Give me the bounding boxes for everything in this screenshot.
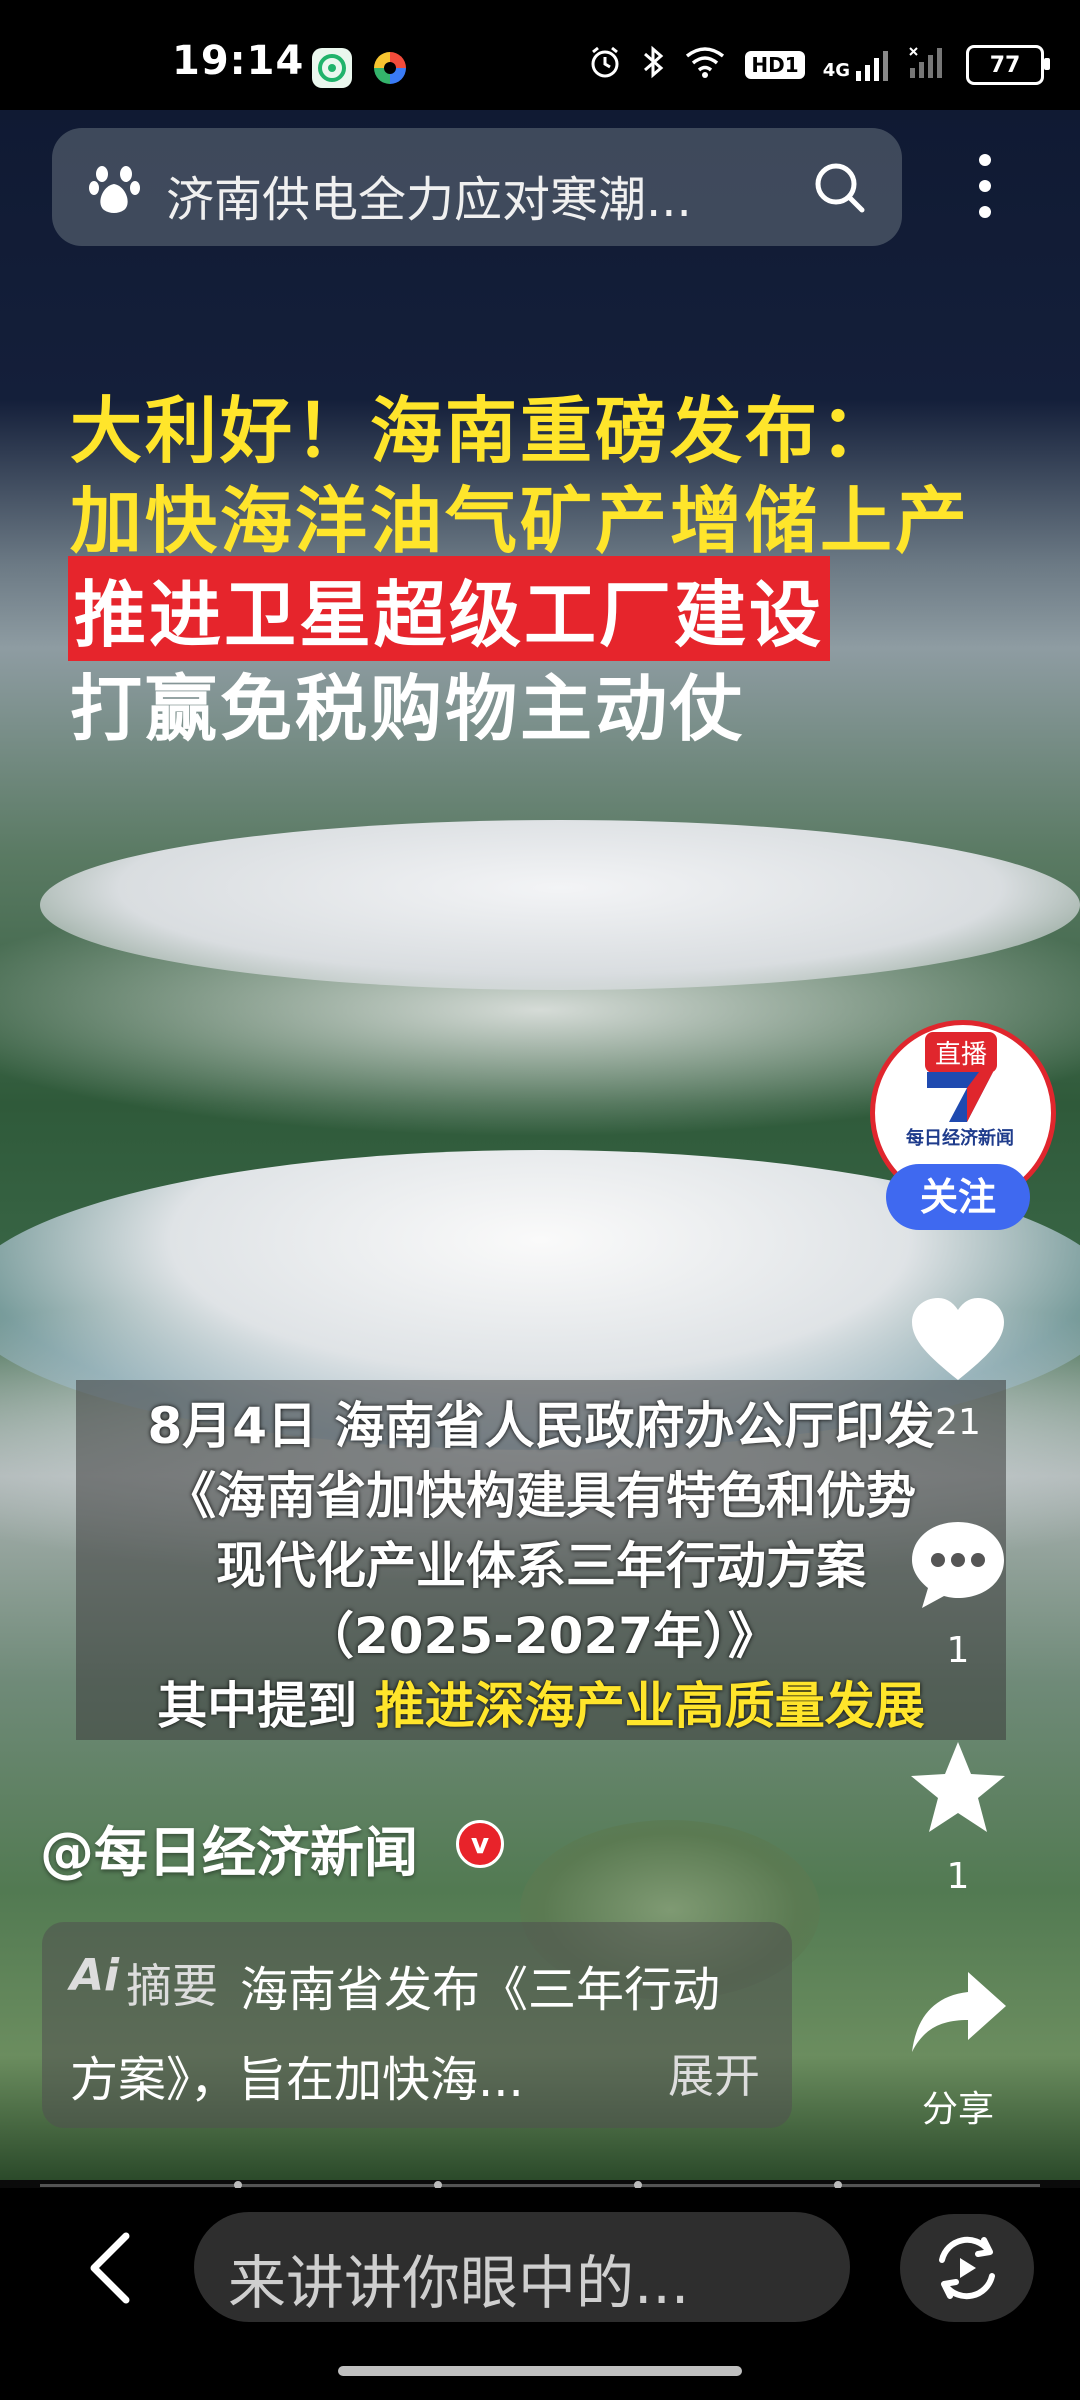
stadium-roof-upper: [40, 820, 1080, 990]
caption-line-2: 《海南省加快构建具有特色和优势: [166, 1467, 916, 1525]
switch-play-icon[interactable]: [900, 2214, 1034, 2322]
author-name[interactable]: @每日经济新闻: [40, 1808, 418, 1887]
app-multicolor-icon: [370, 48, 410, 88]
like-count: 21: [935, 1402, 981, 1443]
caption-line-3: 现代化产业体系三年行动方案: [216, 1537, 866, 1595]
caption-line-4: （2025-2027年）》: [303, 1607, 779, 1665]
follow-button[interactable]: 关注: [886, 1164, 1030, 1230]
comment-count: 1: [946, 1630, 970, 1671]
verified-badge-icon: v: [456, 1820, 504, 1868]
video-progress-bar[interactable]: [40, 2181, 1040, 2189]
search-icon[interactable]: [810, 158, 870, 218]
summary-line-1: 海南省发布《三年行动: [240, 1962, 721, 2018]
share-icon[interactable]: [908, 1962, 1008, 2062]
home-indicator[interactable]: [338, 2366, 742, 2376]
back-arrow-icon[interactable]: [80, 2228, 140, 2308]
heart-icon[interactable]: [908, 1292, 1008, 1392]
headline-line-4: 打赢免税购物主动仗: [70, 667, 746, 751]
publisher-logo-text: 每日经济新闻: [906, 1128, 1014, 1149]
alarm-icon: [587, 44, 623, 86]
baidu-paw-icon: [86, 160, 144, 218]
status-right-group: HD1 4G 77: [587, 44, 1050, 86]
more-vertical-icon[interactable]: [970, 148, 1000, 228]
comment-placeholder[interactable]: 来讲讲你眼中的...: [228, 2236, 689, 2320]
caption-line-1: 8月4日 海南省人民政府办公厅印发: [147, 1397, 935, 1455]
headline-line-2: 加快海洋油气矿产增储上产: [70, 479, 971, 563]
caption-line-5: 其中提到 推进深海产业高质量发展: [76, 1666, 1006, 1738]
caption-line-5-prefix: 其中提到: [157, 1677, 375, 1735]
hd-icon: HD1: [745, 51, 805, 79]
star-icon[interactable]: [908, 1738, 1008, 1838]
summary-line-2: 方案》，旨在加快海...: [70, 2052, 524, 2108]
favorite-count: 1: [946, 1856, 970, 1897]
net-label: 4G: [822, 60, 850, 81]
signal-icon: [908, 46, 948, 84]
expand-button[interactable]: 展开: [668, 2040, 760, 2106]
4g-signal-icon: 4G: [823, 49, 890, 81]
publisher-logo-icon: [905, 1062, 1015, 1132]
app-green-icon: [312, 48, 352, 88]
comment-icon[interactable]: [908, 1514, 1008, 1614]
battery-icon: 77: [966, 45, 1050, 85]
bluetooth-icon: [641, 44, 665, 86]
wifi-icon: [683, 44, 727, 86]
headline-line-3: 推进卫星超级工厂建设: [68, 556, 831, 661]
status-time: 19:14: [172, 38, 305, 84]
search-query[interactable]: 济南供电全力应对寒潮...: [166, 160, 692, 230]
ai-logo-icon: Ai: [70, 1950, 120, 2001]
ai-summary-label: 摘要: [126, 1959, 218, 2013]
share-label[interactable]: 分享: [908, 2080, 1008, 2132]
video-caption-block: 8月4日 海南省人民政府办公厅印发 《海南省加快构建具有特色和优势 现代化产业体…: [76, 1380, 1006, 1740]
caption-line-5-highlight: 推进深海产业高质量发展: [374, 1677, 925, 1735]
